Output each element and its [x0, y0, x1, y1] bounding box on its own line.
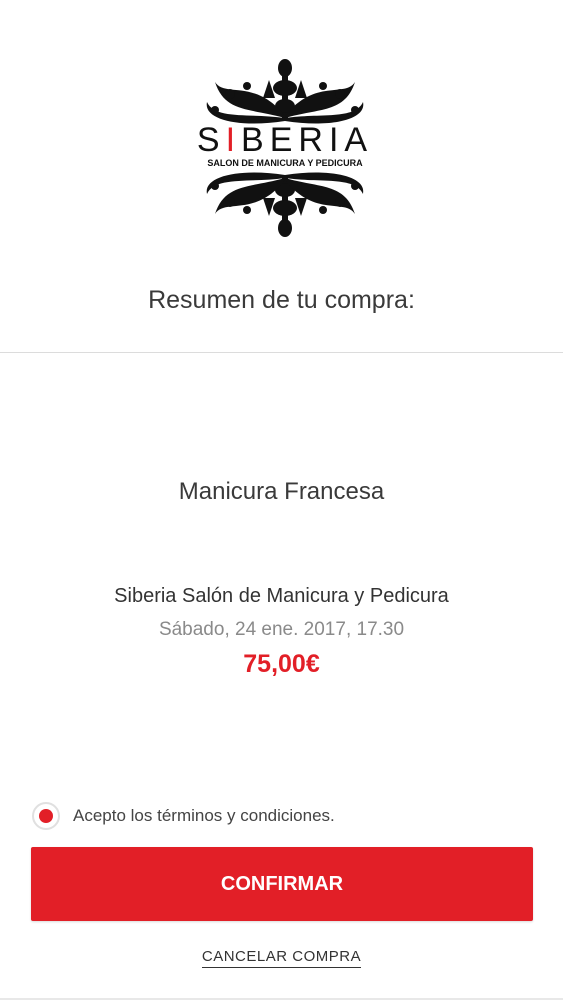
snowflake-logo-icon: SIBERIA SALON DE MANICURA Y PEDICURA — [197, 59, 373, 237]
salon-name: Siberia Salón de Manicura y Pedicura — [114, 585, 449, 607]
summary-title: Resumen de tu compra: — [148, 286, 415, 314]
logo-wordmark: SIBERIA — [197, 121, 373, 159]
logo-tagline: SALON DE MANICURA Y PEDICURA — [207, 158, 363, 168]
divider — [0, 352, 563, 353]
cancel-purchase-row: CANCELAR COMPRA — [0, 948, 563, 968]
radio-selected-dot-icon — [39, 809, 53, 823]
booking-date-time: Sábado, 24 ene. 2017, 17.30 — [158, 619, 405, 640]
price: 75,00€ — [243, 650, 320, 678]
siberia-logo: SIBERIA SALON DE MANICURA Y PEDICURA — [185, 58, 385, 238]
terms-checkbox-row[interactable]: Acepto los términos y condiciones. — [32, 800, 335, 832]
terms-label: Acepto los términos y condiciones. — [73, 806, 335, 825]
service-name: Manicura Francesa — [178, 478, 385, 505]
confirm-button[interactable]: CONFIRMAR — [31, 847, 533, 921]
terms-radio[interactable] — [32, 802, 60, 830]
cancel-purchase-link[interactable]: CANCELAR COMPRA — [201, 948, 362, 968]
